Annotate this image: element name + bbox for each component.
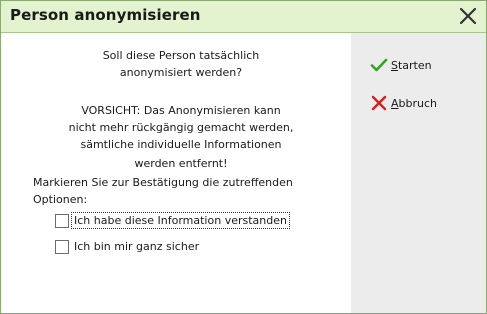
title-bar: Person anonymisieren bbox=[1, 1, 486, 33]
understood-label[interactable]: Ich habe diese Information verstanden bbox=[71, 212, 290, 229]
warning-line-3: sämtliche individuelle Informationen bbox=[80, 138, 282, 151]
warning-line-1: VORSICHT: Das Anonymisieren kann bbox=[81, 104, 281, 117]
abort-label-rest: bbruch bbox=[398, 97, 438, 110]
x-icon bbox=[371, 95, 387, 111]
checkmark-icon bbox=[370, 58, 388, 72]
close-button[interactable] bbox=[456, 4, 480, 28]
question-line-2: anonymisiert werden? bbox=[119, 66, 243, 79]
action-panel bbox=[351, 33, 486, 313]
dialog-content: Soll diese Person tatsächlich anonymisie… bbox=[1, 33, 351, 313]
start-label: Starten bbox=[391, 58, 432, 73]
start-accelerator: S bbox=[391, 59, 398, 72]
instruction-line-1: Markieren Sie zur Bestätigung die zutref… bbox=[33, 176, 293, 189]
instruction-line-2: Optionen: bbox=[33, 193, 88, 206]
sure-label[interactable]: Ich bin mir ganz sicher bbox=[74, 239, 199, 254]
anonymize-dialog: Person anonymisieren Soll diese Person t… bbox=[0, 0, 487, 314]
abort-label: Abbruch bbox=[391, 96, 437, 111]
dialog-title: Person anonymisieren bbox=[10, 6, 201, 24]
start-label-rest: tarten bbox=[397, 59, 432, 72]
warning-line-4: werden entfernt! bbox=[134, 157, 228, 170]
confirmation-instruction: Markieren Sie zur Bestätigung die zutref… bbox=[33, 174, 333, 208]
close-icon bbox=[459, 7, 477, 25]
question-line-1: Soll diese Person tatsächlich bbox=[102, 49, 260, 62]
warning-line-2: nicht mehr rückgängig gemacht werden, bbox=[68, 121, 294, 134]
sure-checkbox[interactable] bbox=[55, 240, 69, 254]
understood-checkbox[interactable] bbox=[55, 214, 69, 228]
abort-accelerator: A bbox=[391, 97, 399, 110]
warning-text: VORSICHT: Das Anonymisieren kann nicht m… bbox=[31, 102, 331, 172]
question-text: Soll diese Person tatsächlich anonymisie… bbox=[31, 47, 331, 81]
